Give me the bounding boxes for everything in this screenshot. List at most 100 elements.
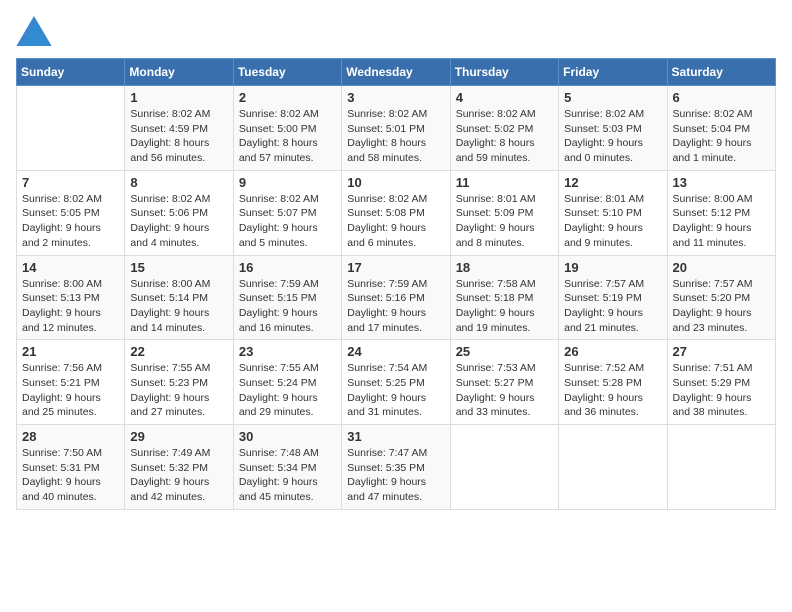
calendar-cell: 12 Sunrise: 8:01 AMSunset: 5:10 PMDayligh… bbox=[559, 170, 667, 255]
day-of-week-header: Sunday bbox=[17, 59, 125, 86]
calendar-cell: 22Sunrise: 7:55 AMSunset: 5:23 PMDayligh… bbox=[125, 340, 233, 425]
day-info: Sunrise: 8:00 AMSunset: 5:13 PMDaylight:… bbox=[22, 277, 119, 336]
day-number: 25 bbox=[456, 344, 553, 359]
day-info: Sunrise: 7:53 AMSunset: 5:27 PMDaylight:… bbox=[456, 361, 553, 420]
calendar-cell: 28 Sunrise: 7:50 AMSunset: 5:31 PMDayligh… bbox=[17, 425, 125, 510]
day-of-week-header: Tuesday bbox=[233, 59, 341, 86]
calendar-cell bbox=[17, 86, 125, 171]
day-info: Sunrise: 8:02 AMSunset: 5:02 PMDaylight:… bbox=[456, 107, 553, 166]
day-number: 12 bbox=[564, 175, 661, 190]
calendar-cell: 14 Sunrise: 8:00 AMSunset: 5:13 PMDayligh… bbox=[17, 255, 125, 340]
calendar-cell: 26 Sunrise: 7:52 AMSunset: 5:28 PMDayligh… bbox=[559, 340, 667, 425]
day-number: 19 bbox=[564, 260, 661, 275]
day-info: Sunrise: 7:58 AMSunset: 5:18 PMDaylight:… bbox=[456, 277, 553, 336]
calendar-cell: 21Sunrise: 7:56 AMSunset: 5:21 PMDayligh… bbox=[17, 340, 125, 425]
day-info: Sunrise: 7:50 AMSunset: 5:31 PMDaylight:… bbox=[22, 446, 119, 505]
day-info: Sunrise: 8:01 AMSunset: 5:09 PMDaylight:… bbox=[456, 192, 553, 251]
day-of-week-header: Friday bbox=[559, 59, 667, 86]
day-number: 9 bbox=[239, 175, 336, 190]
calendar-week-row: 21Sunrise: 7:56 AMSunset: 5:21 PMDayligh… bbox=[17, 340, 776, 425]
calendar-cell: 25 Sunrise: 7:53 AMSunset: 5:27 PMDayligh… bbox=[450, 340, 558, 425]
calendar-header-row: SundayMondayTuesdayWednesdayThursdayFrid… bbox=[17, 59, 776, 86]
day-number: 18 bbox=[456, 260, 553, 275]
calendar-cell: 2 Sunrise: 8:02 AMSunset: 5:00 PMDaylight… bbox=[233, 86, 341, 171]
calendar-cell: 6 Sunrise: 8:02 AMSunset: 5:04 PMDaylight… bbox=[667, 86, 775, 171]
day-of-week-header: Monday bbox=[125, 59, 233, 86]
day-info: Sunrise: 7:49 AMSunset: 5:32 PMDaylight:… bbox=[130, 446, 227, 505]
day-number: 8 bbox=[130, 175, 227, 190]
day-info: Sunrise: 8:02 AMSunset: 5:05 PMDaylight:… bbox=[22, 192, 119, 251]
calendar-cell: 31Sunrise: 7:47 AMSunset: 5:35 PMDayligh… bbox=[342, 425, 450, 510]
day-info: Sunrise: 8:00 AMSunset: 5:14 PMDaylight:… bbox=[130, 277, 227, 336]
calendar-cell: 27 Sunrise: 7:51 AMSunset: 5:29 PMDayligh… bbox=[667, 340, 775, 425]
calendar-cell: 29Sunrise: 7:49 AMSunset: 5:32 PMDayligh… bbox=[125, 425, 233, 510]
day-number: 27 bbox=[673, 344, 770, 359]
day-number: 17 bbox=[347, 260, 444, 275]
day-number: 2 bbox=[239, 90, 336, 105]
calendar-cell: 8 Sunrise: 8:02 AMSunset: 5:06 PMDaylight… bbox=[125, 170, 233, 255]
day-number: 1 bbox=[130, 90, 227, 105]
calendar-cell: 4 Sunrise: 8:02 AMSunset: 5:02 PMDaylight… bbox=[450, 86, 558, 171]
day-number: 10 bbox=[347, 175, 444, 190]
calendar-cell: 9 Sunrise: 8:02 AMSunset: 5:07 PMDaylight… bbox=[233, 170, 341, 255]
calendar-cell: 7 Sunrise: 8:02 AMSunset: 5:05 PMDaylight… bbox=[17, 170, 125, 255]
calendar-week-row: 14 Sunrise: 8:00 AMSunset: 5:13 PMDayligh… bbox=[17, 255, 776, 340]
logo bbox=[16, 16, 58, 46]
day-number: 11 bbox=[456, 175, 553, 190]
day-info: Sunrise: 7:59 AMSunset: 5:15 PMDaylight:… bbox=[239, 277, 336, 336]
calendar-cell: 18 Sunrise: 7:58 AMSunset: 5:18 PMDayligh… bbox=[450, 255, 558, 340]
calendar-cell: 16 Sunrise: 7:59 AMSunset: 5:15 PMDayligh… bbox=[233, 255, 341, 340]
day-info: Sunrise: 7:52 AMSunset: 5:28 PMDaylight:… bbox=[564, 361, 661, 420]
day-info: Sunrise: 8:02 AMSunset: 5:04 PMDaylight:… bbox=[673, 107, 770, 166]
calendar-cell: 30 Sunrise: 7:48 AMSunset: 5:34 PMDayligh… bbox=[233, 425, 341, 510]
day-number: 6 bbox=[673, 90, 770, 105]
calendar-cell: 20Sunrise: 7:57 AMSunset: 5:20 PMDayligh… bbox=[667, 255, 775, 340]
day-number: 7 bbox=[22, 175, 119, 190]
calendar-week-row: 1 Sunrise: 8:02 AMSunset: 4:59 PMDaylight… bbox=[17, 86, 776, 171]
calendar-cell: 17 Sunrise: 7:59 AMSunset: 5:16 PMDayligh… bbox=[342, 255, 450, 340]
day-info: Sunrise: 8:02 AMSunset: 4:59 PMDaylight:… bbox=[130, 107, 227, 166]
day-of-week-header: Thursday bbox=[450, 59, 558, 86]
day-info: Sunrise: 8:02 AMSunset: 5:03 PMDaylight:… bbox=[564, 107, 661, 166]
day-number: 15 bbox=[130, 260, 227, 275]
day-number: 3 bbox=[347, 90, 444, 105]
calendar-cell bbox=[450, 425, 558, 510]
day-number: 4 bbox=[456, 90, 553, 105]
day-info: Sunrise: 7:59 AMSunset: 5:16 PMDaylight:… bbox=[347, 277, 444, 336]
calendar-cell: 19 Sunrise: 7:57 AMSunset: 5:19 PMDayligh… bbox=[559, 255, 667, 340]
day-info: Sunrise: 7:55 AMSunset: 5:24 PMDaylight:… bbox=[239, 361, 336, 420]
day-number: 26 bbox=[564, 344, 661, 359]
day-number: 23 bbox=[239, 344, 336, 359]
calendar-table: SundayMondayTuesdayWednesdayThursdayFrid… bbox=[16, 58, 776, 510]
day-of-week-header: Wednesday bbox=[342, 59, 450, 86]
day-info: Sunrise: 7:57 AMSunset: 5:19 PMDaylight:… bbox=[564, 277, 661, 336]
day-number: 24 bbox=[347, 344, 444, 359]
day-info: Sunrise: 8:02 AMSunset: 5:06 PMDaylight:… bbox=[130, 192, 227, 251]
day-number: 5 bbox=[564, 90, 661, 105]
day-info: Sunrise: 8:02 AMSunset: 5:08 PMDaylight:… bbox=[347, 192, 444, 251]
calendar-cell: 15 Sunrise: 8:00 AMSunset: 5:14 PMDayligh… bbox=[125, 255, 233, 340]
day-info: Sunrise: 7:48 AMSunset: 5:34 PMDaylight:… bbox=[239, 446, 336, 505]
day-info: Sunrise: 8:02 AMSunset: 5:07 PMDaylight:… bbox=[239, 192, 336, 251]
calendar-week-row: 28 Sunrise: 7:50 AMSunset: 5:31 PMDayligh… bbox=[17, 425, 776, 510]
page-header bbox=[16, 16, 776, 46]
day-info: Sunrise: 7:47 AMSunset: 5:35 PMDaylight:… bbox=[347, 446, 444, 505]
day-info: Sunrise: 7:55 AMSunset: 5:23 PMDaylight:… bbox=[130, 361, 227, 420]
day-number: 30 bbox=[239, 429, 336, 444]
day-number: 21 bbox=[22, 344, 119, 359]
day-info: Sunrise: 7:51 AMSunset: 5:29 PMDaylight:… bbox=[673, 361, 770, 420]
calendar-cell: 23 Sunrise: 7:55 AMSunset: 5:24 PMDayligh… bbox=[233, 340, 341, 425]
day-number: 16 bbox=[239, 260, 336, 275]
day-info: Sunrise: 8:02 AMSunset: 5:01 PMDaylight:… bbox=[347, 107, 444, 166]
day-info: Sunrise: 8:02 AMSunset: 5:00 PMDaylight:… bbox=[239, 107, 336, 166]
day-info: Sunrise: 8:01 AMSunset: 5:10 PMDaylight:… bbox=[564, 192, 661, 251]
calendar-cell: 10 Sunrise: 8:02 AMSunset: 5:08 PMDayligh… bbox=[342, 170, 450, 255]
day-info: Sunrise: 8:00 AMSunset: 5:12 PMDaylight:… bbox=[673, 192, 770, 251]
calendar-cell: 3 Sunrise: 8:02 AMSunset: 5:01 PMDaylight… bbox=[342, 86, 450, 171]
calendar-cell: 5 Sunrise: 8:02 AMSunset: 5:03 PMDaylight… bbox=[559, 86, 667, 171]
calendar-cell: 11 Sunrise: 8:01 AMSunset: 5:09 PMDayligh… bbox=[450, 170, 558, 255]
day-info: Sunrise: 7:57 AMSunset: 5:20 PMDaylight:… bbox=[673, 277, 770, 336]
day-number: 14 bbox=[22, 260, 119, 275]
day-of-week-header: Saturday bbox=[667, 59, 775, 86]
day-number: 28 bbox=[22, 429, 119, 444]
